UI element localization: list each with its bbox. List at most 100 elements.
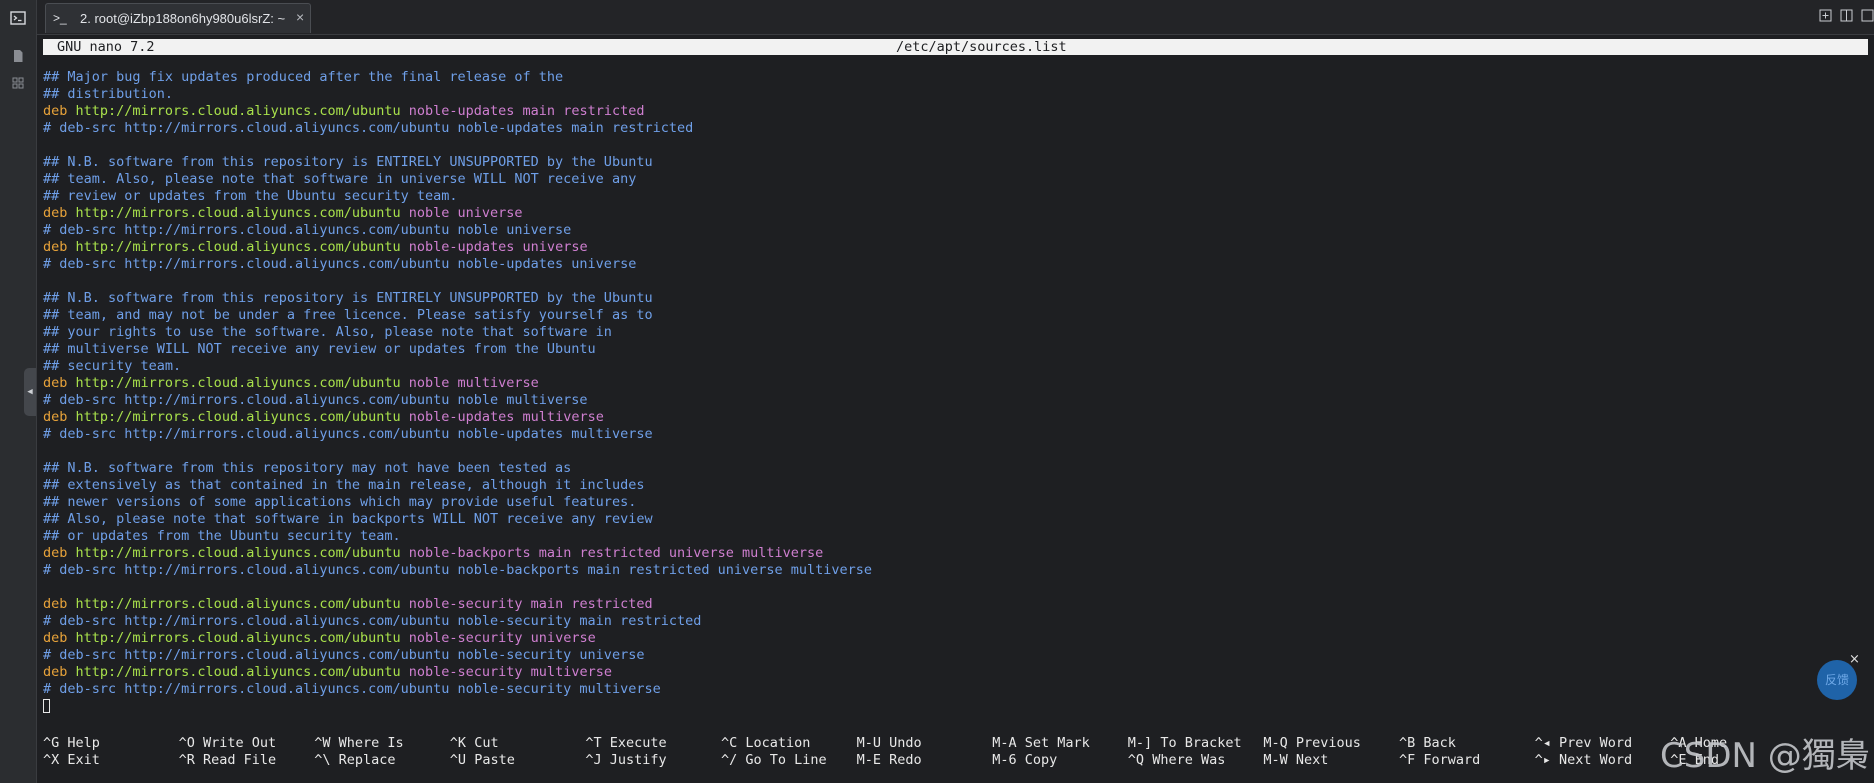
file-name: /etc/apt/sources.list xyxy=(896,39,1067,55)
shortcut-key: ^F xyxy=(1399,752,1416,768)
editor-line: # deb-src http://mirrors.cloud.aliyuncs.… xyxy=(43,222,1868,239)
shortcut-label: Location xyxy=(737,735,811,751)
editor-line: # deb-src http://mirrors.cloud.aliyuncs.… xyxy=(43,426,1868,443)
shortcut-label: Set Mark xyxy=(1016,735,1090,751)
editor-line: # deb-src http://mirrors.cloud.aliyuncs.… xyxy=(43,681,1868,698)
shortcut-item[interactable]: ^\ Replace xyxy=(314,752,449,769)
shortcut-item[interactable]: M-E Redo xyxy=(857,752,992,769)
shortcut-item[interactable]: ^U Paste xyxy=(450,752,585,769)
shortcut-label: Execute xyxy=(601,735,667,751)
app-sidebar: ◀ xyxy=(0,0,37,783)
line-segment: noble universe xyxy=(408,205,523,221)
shortcut-item[interactable]: ^G Help xyxy=(43,735,178,752)
shortcut-column: ^C Location ^/ Go To Line xyxy=(721,735,856,769)
shortcut-item[interactable]: ^K Cut xyxy=(450,735,585,752)
shortcut-key: ^/ xyxy=(721,752,738,768)
shortcut-item[interactable]: ^J Justify xyxy=(585,752,720,769)
shortcut-item[interactable]: ^F Forward xyxy=(1399,752,1534,769)
shortcut-key: ^B xyxy=(1399,735,1416,751)
line-segment: deb xyxy=(43,545,76,561)
line-segment: # deb-src http://mirrors.cloud.aliyuncs.… xyxy=(43,426,653,442)
line-segment: noble-security universe xyxy=(408,630,596,646)
line-segment: noble-security main restricted xyxy=(408,596,653,612)
shortcut-column: ^O Write Out ^R Read File xyxy=(179,735,314,769)
collapse-sidebar-button[interactable]: ◀ xyxy=(24,368,36,416)
editor-line: # deb-src http://mirrors.cloud.aliyuncs.… xyxy=(43,256,1868,273)
shortcut-item[interactable]: M-U Undo xyxy=(857,735,992,752)
line-segment: http://mirrors.cloud.aliyuncs.com/ubuntu xyxy=(75,205,409,221)
shortcut-item[interactable]: M-Q Previous xyxy=(1263,735,1398,752)
editor-line: deb http://mirrors.cloud.aliyuncs.com/ub… xyxy=(43,375,1868,392)
editor-line: ## N.B. software from this repository is… xyxy=(43,290,1868,307)
shortcut-key: ^Q xyxy=(1127,752,1145,768)
shortcut-item[interactable]: ^B Back xyxy=(1399,735,1534,752)
editor-line: ## security team. xyxy=(43,358,1868,375)
shortcut-key: M-W xyxy=(1263,752,1288,768)
shortcut-key: ^K xyxy=(449,735,467,751)
shortcut-item[interactable]: ^T Execute xyxy=(585,735,720,752)
shortcut-label: Next Word xyxy=(1550,752,1633,768)
shortcut-item[interactable]: ^O Write Out xyxy=(179,735,314,752)
line-segment: # deb-src http://mirrors.cloud.aliyuncs.… xyxy=(43,256,637,272)
terminal-tab[interactable]: >_ 2. root@iZbp188on6hy980u6lsrZ: ~ × xyxy=(45,3,311,33)
shortcut-key: ^J xyxy=(585,752,602,768)
grid-icon[interactable] xyxy=(9,77,27,95)
editor-line: ## multiverse WILL NOT receive any revie… xyxy=(43,341,1868,358)
split-view-icon[interactable] xyxy=(1839,9,1854,24)
shortcut-column: ^G Help ^X Exit xyxy=(43,735,178,769)
shortcut-column: ^B Back ^F Forward xyxy=(1399,735,1534,769)
shortcut-label: Replace xyxy=(330,752,396,768)
shortcut-item[interactable]: ^W Where Is xyxy=(314,735,449,752)
editor-line: deb http://mirrors.cloud.aliyuncs.com/ub… xyxy=(43,409,1868,426)
terminal-pane[interactable]: GNU nano 7.2 /etc/apt/sources.list ## Ma… xyxy=(37,35,1874,783)
line-segment: ## Major bug fix updates produced after … xyxy=(43,69,564,85)
line-segment: ## team. Also, please note that software… xyxy=(43,171,637,187)
shortcut-key: ^G xyxy=(43,735,60,751)
editor-line: deb http://mirrors.cloud.aliyuncs.com/ub… xyxy=(43,664,1868,681)
shortcut-column: ^W Where Is ^\ Replace xyxy=(314,735,449,769)
terminal-icon[interactable] xyxy=(9,11,27,29)
line-segment: # deb-src http://mirrors.cloud.aliyuncs.… xyxy=(43,613,702,629)
close-icon[interactable]: × xyxy=(1849,652,1860,667)
shortcut-item[interactable]: M-W Next xyxy=(1263,752,1398,769)
shortcut-label: Previous xyxy=(1287,735,1361,751)
editor-line: # deb-src http://mirrors.cloud.aliyuncs.… xyxy=(43,120,1868,137)
maximize-icon[interactable] xyxy=(1860,9,1874,24)
editor-content[interactable]: ## Major bug fix updates produced after … xyxy=(43,69,1868,715)
shortcut-item[interactable]: M-A Set Mark xyxy=(992,735,1127,752)
shortcut-item[interactable]: ^X Exit xyxy=(43,752,178,769)
shortcut-item[interactable]: ^◂ Prev Word xyxy=(1535,735,1670,752)
editor-line: ## team, and may not be under a free lic… xyxy=(43,307,1868,324)
shortcut-key: ^X xyxy=(43,752,60,768)
line-segment: http://mirrors.cloud.aliyuncs.com/ubuntu xyxy=(75,630,409,646)
new-tab-icon[interactable] xyxy=(1818,9,1833,24)
shortcut-item[interactable]: ^/ Go To Line xyxy=(721,752,856,769)
shortcut-item[interactable]: ^▸ Next Word xyxy=(1535,752,1670,769)
editor-line: ## N.B. software from this repository is… xyxy=(43,154,1868,171)
shortcut-item[interactable]: M-6 Copy xyxy=(992,752,1127,769)
line-segment: deb xyxy=(43,409,76,425)
shortcut-label: Where Was xyxy=(1144,752,1226,768)
shortcut-item[interactable]: ^R Read File xyxy=(179,752,314,769)
chevron-left-icon: ◀ xyxy=(27,387,33,397)
line-segment: # deb-src http://mirrors.cloud.aliyuncs.… xyxy=(43,562,873,578)
shortcut-label: Forward xyxy=(1415,752,1481,768)
line-segment: deb xyxy=(43,239,76,255)
line-segment: http://mirrors.cloud.aliyuncs.com/ubuntu xyxy=(75,545,409,561)
shortcut-item[interactable]: M-] To Bracket xyxy=(1128,735,1263,752)
shortcut-key: M-] xyxy=(1127,735,1153,751)
close-icon[interactable]: × xyxy=(296,9,304,25)
shortcut-label: Exit xyxy=(59,752,100,768)
editor-line: ## or updates from the Ubuntu security t… xyxy=(43,528,1868,545)
line-segment: deb xyxy=(43,630,76,646)
line-segment: ## team, and may not be under a free lic… xyxy=(43,307,653,323)
line-segment: deb xyxy=(43,375,76,391)
shortcut-key: ^U xyxy=(449,752,467,768)
line-segment: # deb-src http://mirrors.cloud.aliyuncs.… xyxy=(43,647,645,663)
shortcut-label: Write Out xyxy=(194,735,277,751)
shortcut-item[interactable]: ^C Location xyxy=(721,735,856,752)
shortcut-label: Cut xyxy=(466,735,499,751)
shortcut-item[interactable]: ^Q Where Was xyxy=(1128,752,1263,769)
file-icon[interactable] xyxy=(9,49,27,67)
